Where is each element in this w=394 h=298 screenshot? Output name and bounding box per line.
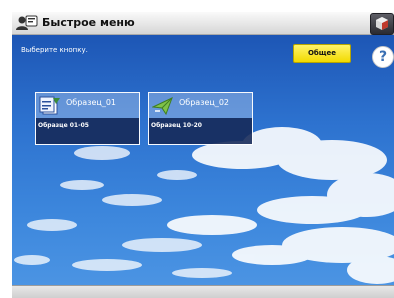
card-description: Образец 10-20: [151, 122, 202, 129]
card-header: Образец_02: [149, 93, 252, 118]
card-description-bar: Образце 01-05: [36, 118, 139, 144]
card-header: Образец_01: [36, 93, 139, 118]
sky-background-area: Выберите кнопку. Общее ? Образец_01 Обра…: [12, 35, 394, 285]
settings-cube-button[interactable]: [370, 13, 394, 35]
help-button[interactable]: ?: [372, 46, 394, 68]
settings-cube-icon: [376, 17, 388, 30]
quick-menu-card-2[interactable]: Образец_02 Образец 10-20: [148, 92, 253, 145]
card-description: Образце 01-05: [38, 122, 89, 129]
cloud-background: [14, 127, 394, 284]
page-title: Быстрое меню: [42, 16, 135, 29]
quick-menu-card-1[interactable]: Образец_01 Образце 01-05: [35, 92, 140, 145]
document-icon: [39, 96, 61, 120]
quick-menu-screen: Быстрое меню Выберите кнопку. Общее ? Об…: [0, 0, 394, 298]
send-check-icon: [151, 96, 174, 120]
bottom-bar: [12, 285, 394, 298]
common-button[interactable]: Общее: [293, 44, 351, 63]
card-description-bar: Образец 10-20: [149, 118, 252, 144]
quick-menu-icon: [16, 15, 38, 31]
instruction-text: Выберите кнопку.: [21, 46, 88, 54]
title-bar: Быстрое меню: [12, 12, 394, 35]
card-name: Образец_02: [179, 98, 230, 107]
card-name: Образец_01: [66, 98, 117, 107]
